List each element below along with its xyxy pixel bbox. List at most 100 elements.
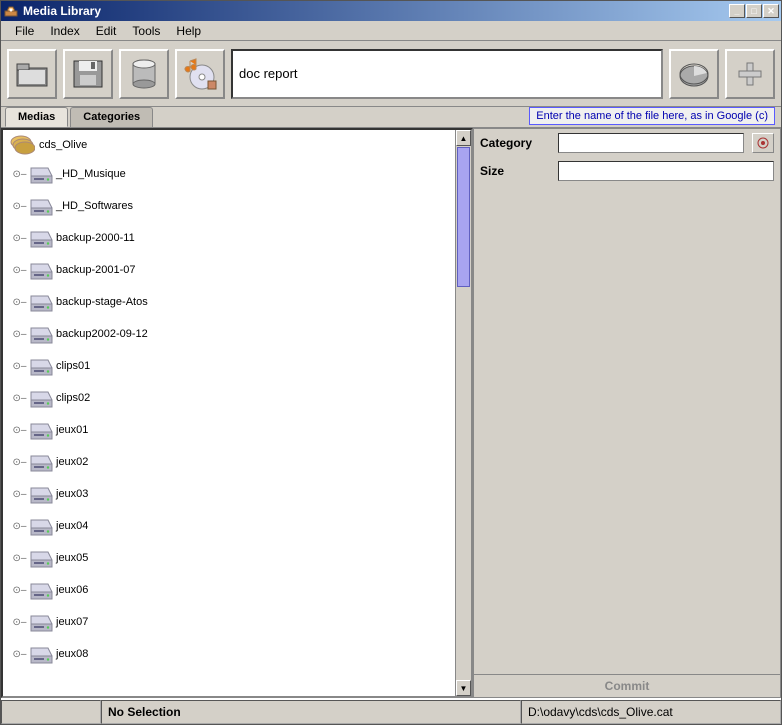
tree-root[interactable]: cds_Olive xyxy=(5,132,453,158)
status-left xyxy=(1,700,101,724)
expand-handle[interactable]: ⊙– xyxy=(15,554,24,563)
tree-node[interactable]: ⊙– clips02 xyxy=(5,382,453,414)
tree-content[interactable]: cds_Olive ⊙– _HD_Musique ⊙– _HD_Software… xyxy=(3,130,455,696)
tree-node[interactable]: ⊙– jeux05 xyxy=(5,542,453,574)
tree-node[interactable]: ⊙– jeux01 xyxy=(5,414,453,446)
plus-icon xyxy=(736,60,764,88)
tab-medias[interactable]: Medias xyxy=(5,107,68,127)
tree-node-label: backup-2001-07 xyxy=(56,264,136,276)
open-folder-button[interactable] xyxy=(7,49,57,99)
tree-node-label: jeux03 xyxy=(56,488,88,500)
menu-bar: File Index Edit Tools Help xyxy=(1,21,781,41)
tree-node[interactable]: ⊙– backup2002-09-12 xyxy=(5,318,453,350)
expand-handle[interactable]: ⊙– xyxy=(15,202,24,211)
expand-handle[interactable]: ⊙– xyxy=(15,362,24,371)
tree-node-label: jeux01 xyxy=(56,424,88,436)
tree-node[interactable]: ⊙– jeux02 xyxy=(5,446,453,478)
floppy-icon xyxy=(71,59,105,89)
drive-icon xyxy=(28,164,52,184)
search-input[interactable] xyxy=(231,49,663,99)
expand-handle[interactable]: ⊙– xyxy=(15,586,24,595)
database-button[interactable] xyxy=(119,49,169,99)
commit-button[interactable]: Commit xyxy=(474,674,780,697)
drive-icon xyxy=(28,644,52,664)
tree-node[interactable]: ⊙– _HD_Softwares xyxy=(5,190,453,222)
folder-icon xyxy=(15,60,49,88)
menu-tools[interactable]: Tools xyxy=(124,22,168,40)
drive-icon xyxy=(28,516,52,536)
size-label: Size xyxy=(480,164,550,178)
menu-file[interactable]: File xyxy=(7,22,42,40)
scroll-up-button[interactable]: ▲ xyxy=(456,130,471,146)
size-input[interactable] xyxy=(558,161,774,181)
pie-chart-icon xyxy=(677,59,711,89)
tree-node[interactable]: ⊙– _HD_Musique xyxy=(5,158,453,190)
tree-node[interactable]: ⊙– backup-2000-11 xyxy=(5,222,453,254)
chart-button[interactable] xyxy=(669,49,719,99)
expand-handle[interactable]: ⊙– xyxy=(15,298,24,307)
menu-edit[interactable]: Edit xyxy=(88,22,125,40)
drive-icon xyxy=(28,388,52,408)
search-tooltip: Enter the name of the file here, as in G… xyxy=(529,107,775,125)
expand-handle[interactable]: ⊙– xyxy=(15,490,24,499)
expand-handle[interactable]: ⊙– xyxy=(15,234,24,243)
expand-handle[interactable]: ⊙– xyxy=(15,458,24,467)
tree-node[interactable]: ⊙– backup-2001-07 xyxy=(5,254,453,286)
drive-icon xyxy=(28,260,52,280)
expand-handle[interactable]: ⊙– xyxy=(15,266,24,275)
tree-node[interactable]: ⊙– clips01 xyxy=(5,350,453,382)
expand-handle[interactable]: ⊙– xyxy=(15,522,24,531)
menu-index[interactable]: Index xyxy=(42,22,87,40)
add-button[interactable] xyxy=(725,49,775,99)
tree-node-label: backup-stage-Atos xyxy=(56,296,148,308)
tab-categories[interactable]: Categories xyxy=(70,107,153,127)
music-disc-button[interactable] xyxy=(175,49,225,99)
tree-node[interactable]: ⊙– jeux03 xyxy=(5,478,453,510)
expand-handle[interactable]: ⊙– xyxy=(15,618,24,627)
drive-icon xyxy=(28,420,52,440)
cylinder-icon xyxy=(130,58,158,90)
tree-node[interactable]: ⊙– backup-stage-Atos xyxy=(5,286,453,318)
maximize-button[interactable]: □ xyxy=(746,4,762,18)
tree-pane: cds_Olive ⊙– _HD_Musique ⊙– _HD_Software… xyxy=(1,128,473,698)
drive-icon xyxy=(28,196,52,216)
status-bar: No Selection D:\odavy\cds\cds_Olive.cat xyxy=(1,698,781,724)
drive-icon xyxy=(28,292,52,312)
tree-node[interactable]: ⊙– jeux07 xyxy=(5,606,453,638)
tree-node-label: jeux06 xyxy=(56,584,88,596)
music-disc-icon xyxy=(182,57,218,91)
app-icon xyxy=(3,3,19,19)
status-path: D:\odavy\cds\cds_Olive.cat xyxy=(521,700,781,724)
drive-icon xyxy=(28,580,52,600)
menu-help[interactable]: Help xyxy=(168,22,209,40)
toolbar xyxy=(1,41,781,107)
expand-handle[interactable]: ⊙– xyxy=(15,426,24,435)
window-title: Media Library xyxy=(23,4,729,18)
tree-node[interactable]: ⊙– jeux08 xyxy=(5,638,453,670)
target-icon xyxy=(756,136,770,150)
scroll-thumb[interactable] xyxy=(457,147,470,287)
category-input[interactable] xyxy=(558,133,744,153)
expand-handle[interactable]: ⊙– xyxy=(15,330,24,339)
tab-bar: Medias Categories Enter the name of the … xyxy=(1,107,781,127)
tree-node[interactable]: ⊙– jeux06 xyxy=(5,574,453,606)
expand-handle[interactable]: ⊙– xyxy=(15,394,24,403)
tree-node-label: _HD_Musique xyxy=(56,168,126,180)
expand-handle[interactable]: ⊙– xyxy=(15,650,24,659)
drive-icon xyxy=(28,452,52,472)
detail-pane: Category Size Commit xyxy=(473,128,781,698)
save-button[interactable] xyxy=(63,49,113,99)
scroll-down-button[interactable]: ▼ xyxy=(456,680,471,696)
tree-node-label: backup2002-09-12 xyxy=(56,328,148,340)
category-picker-button[interactable] xyxy=(752,133,774,153)
tree-node-label: backup-2000-11 xyxy=(56,232,135,244)
tree-node[interactable]: ⊙– jeux04 xyxy=(5,510,453,542)
status-selection: No Selection xyxy=(101,700,521,724)
tree-node-label: jeux08 xyxy=(56,648,88,660)
close-button[interactable]: ✕ xyxy=(763,4,779,18)
minimize-button[interactable]: _ xyxy=(729,4,745,18)
expand-handle[interactable]: ⊙– xyxy=(15,170,24,179)
tree-scrollbar[interactable]: ▲ ▼ xyxy=(455,130,471,696)
drive-icon xyxy=(28,484,52,504)
tree-node-label: jeux05 xyxy=(56,552,88,564)
